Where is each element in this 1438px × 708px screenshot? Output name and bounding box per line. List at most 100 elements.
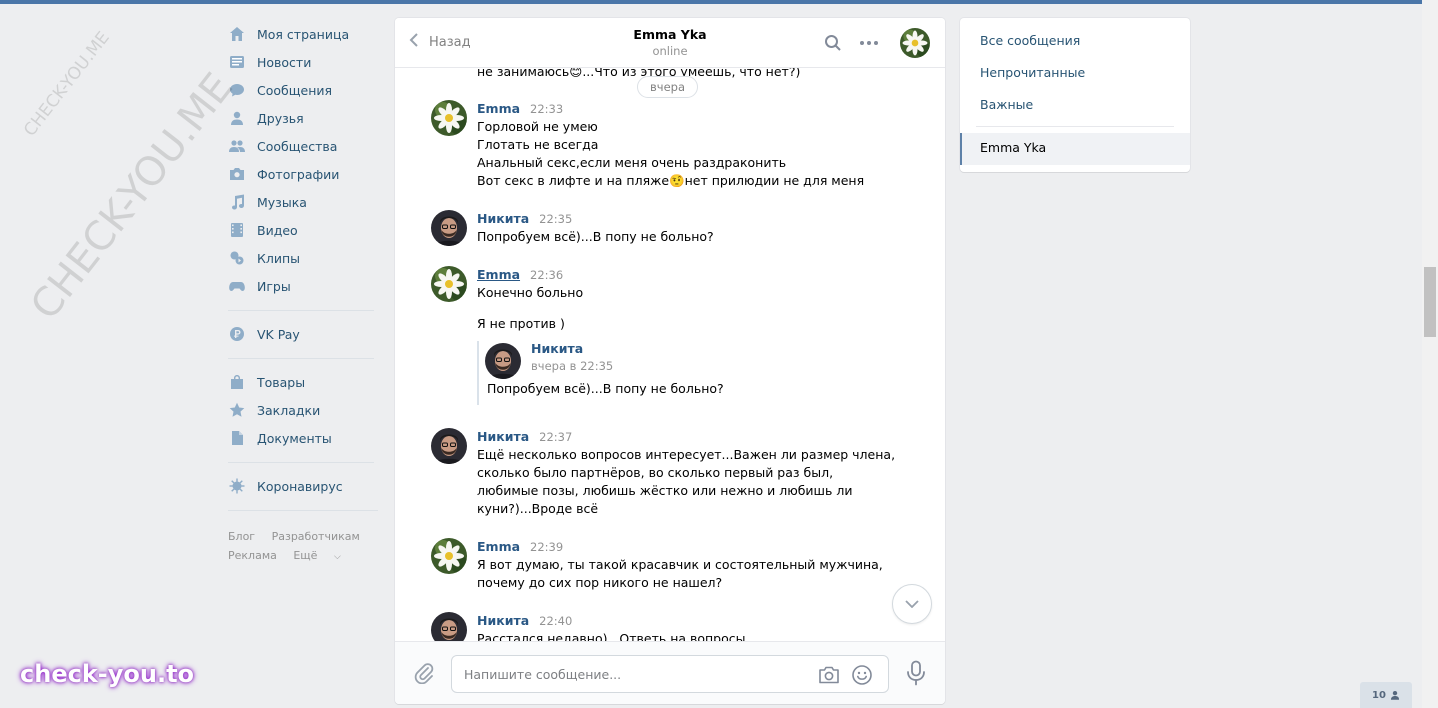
nav-item-vkpay[interactable]: VK Pay	[228, 320, 378, 348]
message-text: сколько было партнёров, во сколько первы…	[477, 465, 834, 480]
message-author[interactable]: Никита	[477, 613, 529, 628]
nav-divider	[228, 358, 374, 359]
forwarded-message[interactable]: Никита вчера в 22:35 Попробуем всё)...В …	[477, 341, 901, 405]
message-history[interactable]: не занимаюсь😊...Что из этого умеешь, что…	[395, 68, 945, 641]
nav-item-video[interactable]: Видео	[228, 216, 378, 244]
avatar-emma[interactable]	[431, 266, 467, 302]
message-text: Попробуем всё)...В попу не больно?	[477, 229, 714, 244]
page-scrollbar[interactable]	[1422, 0, 1438, 708]
message-item[interactable]: Никита 22:35 Попробуем всё)...В попу не б…	[431, 210, 901, 246]
nav-divider	[228, 510, 378, 511]
star-icon	[228, 401, 246, 419]
nav-label: Музыка	[257, 194, 307, 210]
footer-link-blog[interactable]: Блог	[228, 530, 255, 543]
message-time[interactable]: 22:33	[530, 102, 563, 116]
filter-active-conversation[interactable]: Emma Yka	[960, 133, 1190, 165]
scroll-down-button[interactable]	[892, 584, 932, 624]
nav-label: Моя страница	[257, 26, 350, 42]
nav-divider	[228, 310, 374, 311]
scrollbar-thumb[interactable]	[1424, 267, 1436, 337]
message-author[interactable]: Emma	[477, 267, 520, 282]
video-icon	[228, 221, 246, 239]
message-time[interactable]: 22:37	[539, 430, 572, 444]
nav-label: VK Pay	[257, 326, 300, 342]
nav-divider	[228, 462, 374, 463]
message-text: Анальный секс,если меня очень раздракони…	[477, 155, 787, 170]
nav-item-music[interactable]: Музыка	[228, 188, 378, 216]
nav-item-documents[interactable]: Документы	[228, 424, 378, 452]
filter-all-messages[interactable]: Все сообщения	[980, 33, 1080, 48]
nav-item-messages[interactable]: Сообщения	[228, 76, 378, 104]
message-time[interactable]: 22:39	[530, 540, 563, 554]
message-item[interactable]: Никита 22:40 Расстался недавно)...Ответь …	[431, 612, 901, 641]
more-icon[interactable]	[858, 32, 880, 54]
nav-item-communities[interactable]: Сообщества	[228, 132, 378, 160]
nav-item-clips[interactable]: Клипы	[228, 244, 378, 272]
nav-item-my-page[interactable]: Моя страница	[228, 20, 378, 48]
message-author[interactable]: Никита	[477, 429, 529, 444]
avatar-emma[interactable]	[431, 100, 467, 136]
message-item[interactable]: Никита 22:37 Ещё несколько вопросов интер…	[431, 428, 901, 518]
forwarded-date[interactable]: вчера в 22:35	[531, 359, 613, 373]
messages-icon	[228, 81, 246, 99]
watermark-large: CHECK-YOU.ME	[22, 64, 242, 329]
footer-link-ads[interactable]: Реклама	[228, 549, 277, 562]
message-text: куни?)...Вроде всё	[477, 501, 599, 516]
message-text: Глотать не всегда	[477, 137, 599, 152]
nav-item-bookmarks[interactable]: Закладки	[228, 396, 378, 424]
forwarded-text: Попробуем всё)...В попу не больно?	[487, 381, 724, 396]
search-icon[interactable]	[822, 32, 844, 54]
gamepad-icon	[228, 277, 246, 295]
avatar-nikita[interactable]	[485, 343, 521, 379]
message-author[interactable]: Никита	[477, 211, 529, 226]
filter-important[interactable]: Важные	[980, 97, 1033, 112]
nav-item-goods[interactable]: Товары	[228, 368, 378, 396]
avatar-nikita[interactable]	[431, 612, 467, 641]
nav-footer: Блог Разработчикам Реклама Ещё ⌵	[228, 527, 378, 567]
avatar-emma[interactable]	[431, 538, 467, 574]
message-author[interactable]: Emma	[477, 539, 520, 554]
filter-unread[interactable]: Непрочитанные	[980, 65, 1085, 80]
online-counter-button[interactable]: 10	[1360, 682, 1412, 708]
forwarded-author[interactable]: Никита	[531, 341, 583, 356]
chat-panel: Назад Emma Yka online не занимаюсь😊...Чт…	[395, 18, 945, 704]
nav-item-friends[interactable]: Друзья	[228, 104, 378, 132]
camera-icon[interactable]	[818, 665, 840, 685]
nav-item-games[interactable]: Игры	[228, 272, 378, 300]
message-text: Я не против )	[477, 316, 565, 331]
filter-divider	[976, 126, 1174, 127]
nav-label: Фотографии	[257, 166, 340, 182]
message-text: Ещё несколько вопросов интересует...Важе…	[477, 447, 896, 462]
watermark-logo: check-you.to	[20, 660, 195, 688]
microphone-icon[interactable]	[905, 660, 927, 686]
left-navigation: Моя страница Новости Сообщения Друзья Со…	[228, 20, 378, 567]
nav-item-coronavirus[interactable]: Коронавирус	[228, 472, 378, 500]
nav-label: Коронавирус	[257, 478, 343, 494]
message-item[interactable]: Emma 22:36 Конечно больно Я не против ) Н…	[431, 266, 901, 405]
paperclip-icon[interactable]	[413, 662, 435, 685]
message-author[interactable]: Emma	[477, 101, 520, 116]
message-item[interactable]: Emma 22:39 Я вот думаю, ты такой красавчи…	[431, 538, 901, 592]
avatar-nikita[interactable]	[431, 210, 467, 246]
message-time[interactable]: 22:40	[539, 614, 572, 628]
peer-avatar[interactable]	[900, 28, 930, 58]
message-text: Горловой не умею	[477, 119, 598, 134]
footer-link-developers[interactable]: Разработчикам	[272, 530, 360, 543]
bag-icon	[228, 373, 246, 391]
nav-item-news[interactable]: Новости	[228, 48, 378, 76]
home-icon	[228, 25, 246, 43]
message-time[interactable]: 22:35	[539, 212, 572, 226]
user-icon	[1390, 690, 1400, 700]
message-input[interactable]	[464, 656, 804, 692]
message-item[interactable]: Emma 22:33 Горловой не умею Глотать не вс…	[431, 100, 901, 190]
nav-label: Документы	[257, 430, 332, 446]
nav-item-photos[interactable]: Фотографии	[228, 160, 378, 188]
footer-link-more[interactable]: Ещё ⌵	[293, 549, 353, 562]
avatar-nikita[interactable]	[431, 428, 467, 464]
chevron-down-icon: ⌵	[333, 552, 341, 562]
communities-icon	[228, 137, 246, 155]
message-time[interactable]: 22:36	[530, 268, 563, 282]
footer-more-label: Ещё	[293, 549, 318, 562]
nav-label: Видео	[257, 222, 298, 238]
emoji-icon[interactable]	[851, 664, 873, 686]
